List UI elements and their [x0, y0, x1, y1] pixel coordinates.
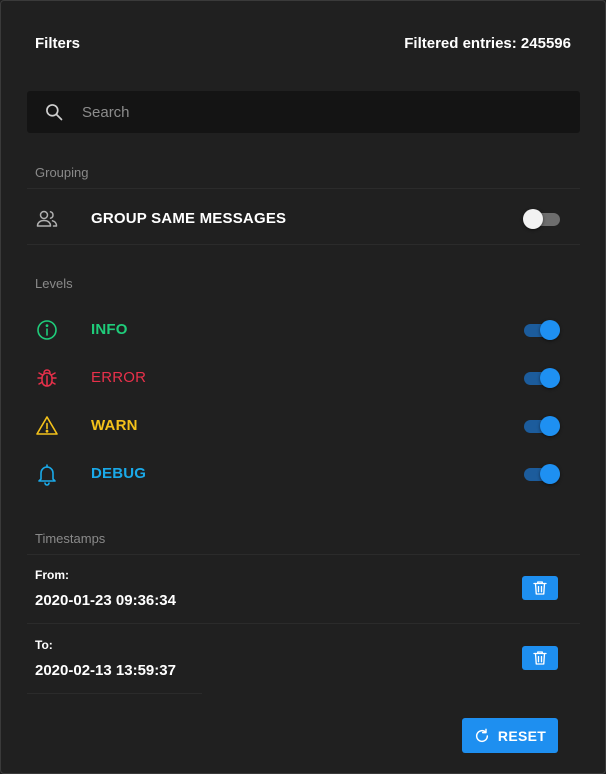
trash-icon [533, 651, 547, 665]
search-input[interactable] [82, 91, 562, 133]
panel-header: Filters Filtered entries: 245596 [35, 34, 571, 52]
level-label-warn: WARN [91, 417, 138, 434]
level-row-info: INFO [27, 306, 580, 354]
grouping-section-label: Grouping [35, 165, 89, 180]
level-row-debug: DEBUG [27, 450, 580, 498]
trash-icon [533, 581, 547, 595]
level-toggle-warn[interactable] [524, 416, 560, 436]
divider [27, 244, 580, 245]
filters-panel: Filters Filtered entries: 245596 Groupin… [0, 0, 606, 774]
timestamp-from-value[interactable]: 2020-01-23 09:36:34 [35, 592, 176, 609]
timestamp-from: From: 2020-01-23 09:36:34 [27, 554, 580, 622]
divider [27, 693, 202, 694]
clear-from-button[interactable] [522, 576, 558, 600]
level-toggle-debug[interactable] [524, 464, 560, 484]
levels-section-label: Levels [35, 276, 73, 291]
level-label-debug: DEBUG [91, 465, 147, 482]
panel-title: Filters [35, 34, 81, 52]
level-label-info: INFO [91, 321, 128, 338]
reset-button[interactable]: RESET [462, 718, 558, 753]
bug-icon [37, 369, 57, 387]
group-same-messages-toggle[interactable] [523, 209, 560, 229]
group-same-messages-label: GROUP SAME MESSAGES [91, 210, 287, 227]
timestamps-section-label: Timestamps [35, 531, 106, 546]
timestamp-to-label: To: [35, 638, 53, 652]
clear-to-button[interactable] [522, 646, 558, 670]
timestamp-to-value[interactable]: 2020-02-13 13:59:37 [35, 662, 176, 679]
reset-button-label: RESET [497, 727, 547, 744]
warning-triangle-icon [36, 416, 58, 435]
level-toggle-info[interactable] [524, 320, 560, 340]
users-icon [36, 210, 58, 227]
level-toggle-error[interactable] [524, 368, 560, 388]
refresh-icon [475, 728, 488, 742]
timestamp-from-label: From: [35, 568, 69, 582]
search-icon [46, 104, 63, 121]
bell-icon [38, 464, 56, 486]
filtered-entries-count: Filtered entries: 245596 [404, 34, 571, 52]
level-row-error: ERROR [27, 354, 580, 402]
level-row-warn: WARN [27, 402, 580, 450]
group-same-messages-row: GROUP SAME MESSAGES [27, 195, 580, 243]
timestamp-to: To: 2020-02-13 13:59:37 [27, 624, 580, 692]
level-label-error: ERROR [91, 369, 147, 386]
info-circle-icon [37, 320, 57, 340]
divider [27, 188, 580, 189]
search-box[interactable] [27, 91, 580, 133]
